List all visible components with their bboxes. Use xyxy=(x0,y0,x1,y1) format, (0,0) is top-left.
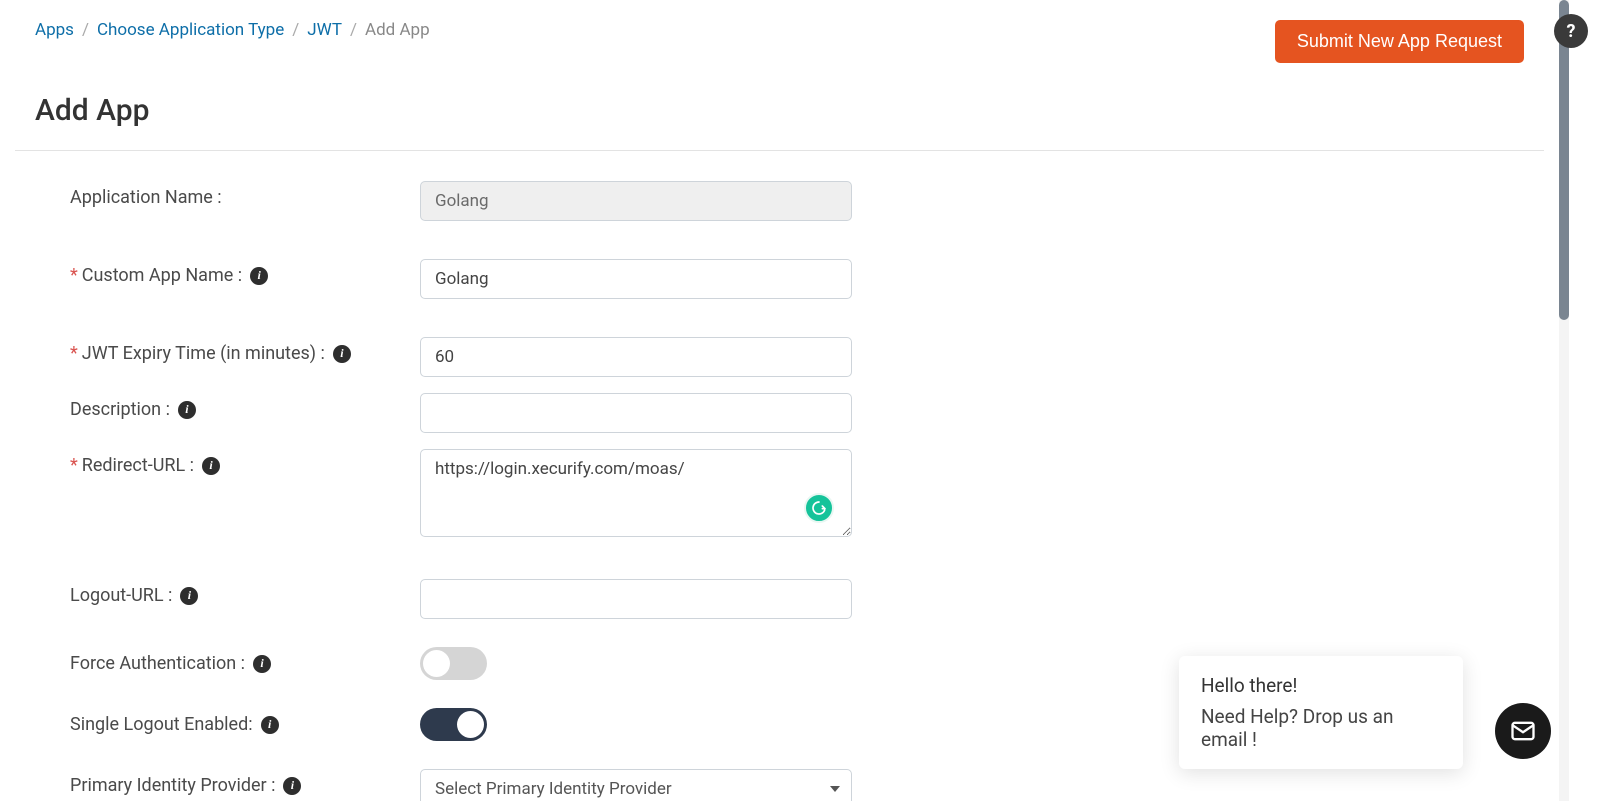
jwt-expiry-label: *JWT Expiry Time (in minutes) : i xyxy=(70,337,420,364)
primary-idp-select[interactable]: Select Primary Identity Provider xyxy=(420,769,852,801)
info-icon[interactable]: i xyxy=(283,777,301,795)
single-logout-toggle[interactable] xyxy=(420,708,487,741)
info-icon[interactable]: i xyxy=(253,655,271,673)
info-icon[interactable]: i xyxy=(261,716,279,734)
scrollbar-thumb[interactable] xyxy=(1559,0,1569,320)
mail-icon xyxy=(1509,717,1537,745)
force-auth-label: Force Authentication : i xyxy=(70,647,420,674)
logout-url-input[interactable] xyxy=(420,579,852,619)
logout-url-label: Logout-URL : i xyxy=(70,579,420,606)
chat-popup: Hello there! Need Help? Drop us an email… xyxy=(1179,656,1463,769)
description-label: Description : i xyxy=(70,393,420,420)
info-icon[interactable]: i xyxy=(250,267,268,285)
breadcrumb-link-jwt[interactable]: JWT xyxy=(307,20,342,40)
divider xyxy=(15,150,1544,151)
breadcrumb-link-apps[interactable]: Apps xyxy=(35,20,74,40)
primary-idp-label: Primary Identity Provider : i xyxy=(70,769,420,796)
chat-help-text: Need Help? Drop us an email ! xyxy=(1201,705,1441,751)
grammarly-icon[interactable] xyxy=(804,493,834,523)
info-icon[interactable]: i xyxy=(202,457,220,475)
chat-button[interactable] xyxy=(1495,703,1551,759)
jwt-expiry-input[interactable] xyxy=(420,337,852,377)
redirect-url-label: *Redirect-URL : i xyxy=(70,449,420,476)
breadcrumb: Apps / Choose Application Type / JWT / A… xyxy=(35,20,430,40)
info-icon[interactable]: i xyxy=(178,401,196,419)
app-name-input xyxy=(420,181,852,221)
info-icon[interactable]: i xyxy=(333,345,351,363)
custom-app-name-input[interactable] xyxy=(420,259,852,299)
redirect-url-input[interactable] xyxy=(420,449,852,537)
description-input[interactable] xyxy=(420,393,852,433)
breadcrumb-separator: / xyxy=(292,20,299,40)
breadcrumb-separator: / xyxy=(82,20,89,40)
single-logout-label: Single Logout Enabled: i xyxy=(70,708,420,735)
breadcrumb-current: Add App xyxy=(365,20,430,40)
breadcrumb-link-choose-type[interactable]: Choose Application Type xyxy=(97,20,284,40)
custom-app-name-label: *Custom App Name : i xyxy=(70,259,420,286)
app-name-label: Application Name : xyxy=(70,181,420,208)
page-title: Add App xyxy=(20,63,1539,150)
force-auth-toggle[interactable] xyxy=(420,647,487,680)
info-icon[interactable]: i xyxy=(180,587,198,605)
help-icon[interactable]: ? xyxy=(1554,14,1588,48)
submit-new-app-button[interactable]: Submit New App Request xyxy=(1275,20,1524,63)
chat-greeting: Hello there! xyxy=(1201,674,1441,697)
breadcrumb-separator: / xyxy=(350,20,357,40)
